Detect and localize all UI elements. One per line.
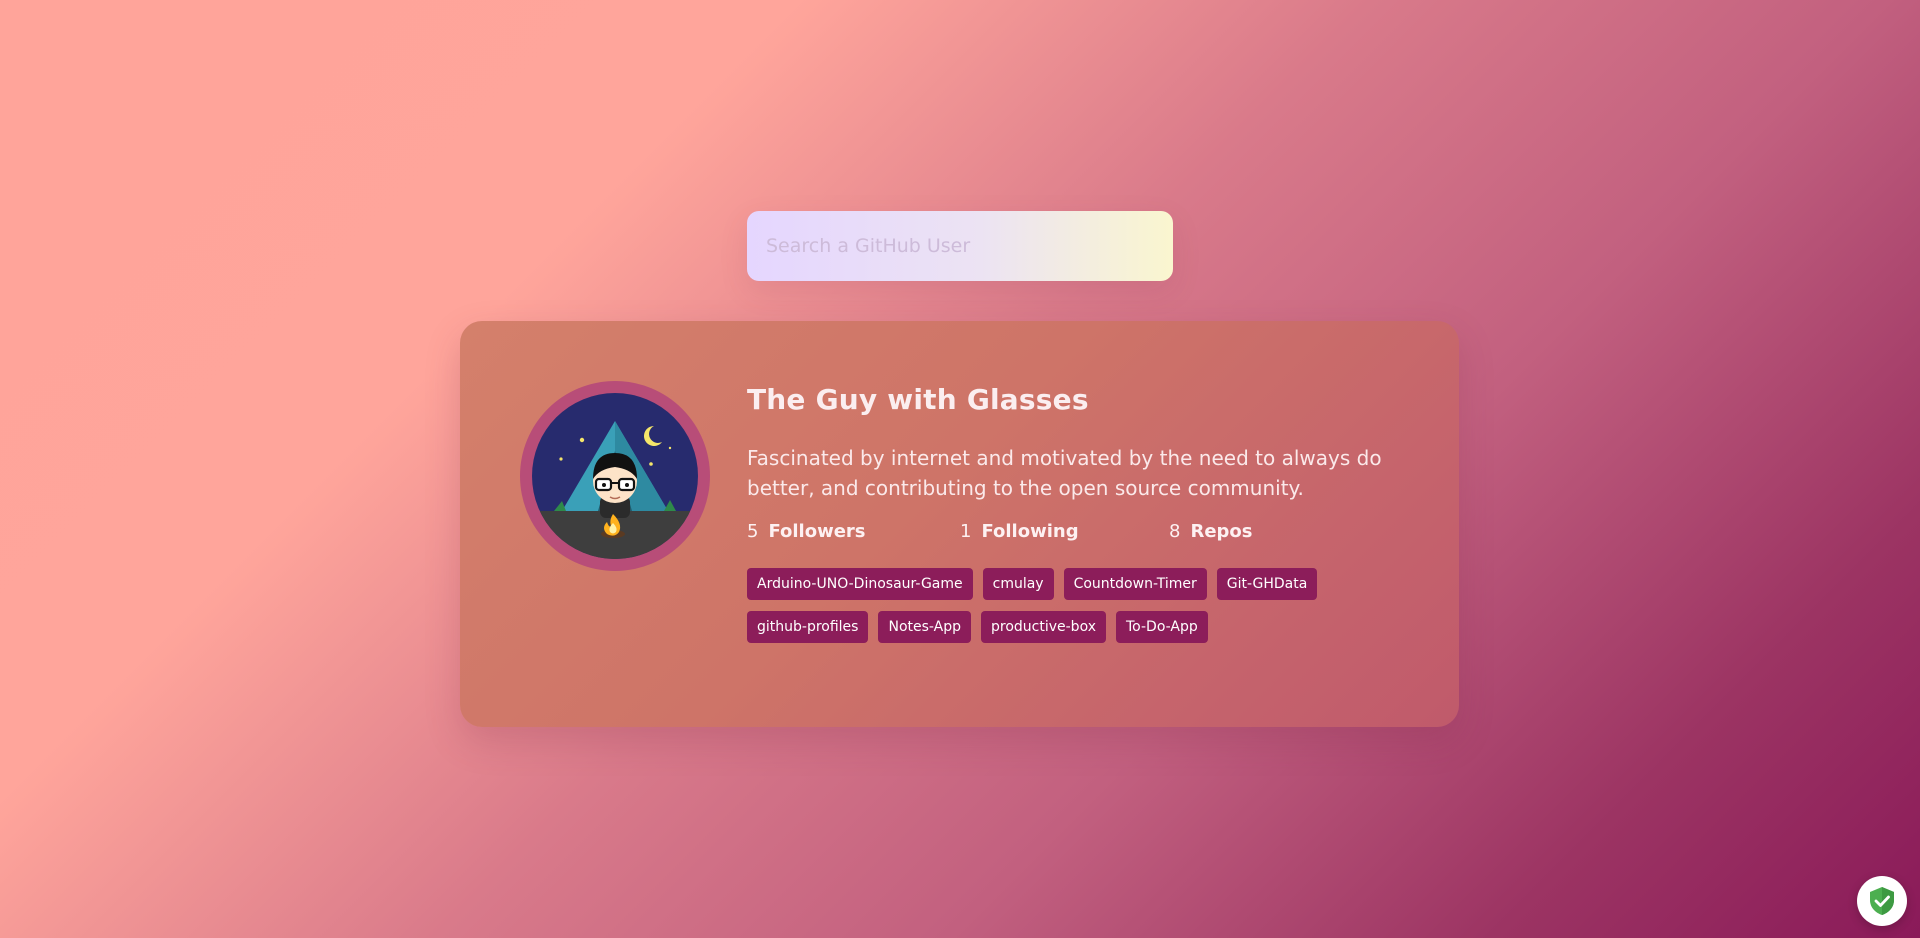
repo-tag[interactable]: github-profiles (747, 611, 869, 643)
camping-guy-avatar-icon (532, 393, 698, 559)
profile-info: The Guy with Glasses Fascinated by inter… (747, 381, 1427, 643)
repos-stat: 8 Repos (1169, 519, 1253, 545)
repo-list: Arduino-UNO-Dinosaur-Game cmulay Countdo… (747, 568, 1387, 643)
search-box (747, 211, 1173, 281)
followers-stat: 5 Followers (747, 519, 960, 545)
followers-label: Followers (768, 521, 866, 542)
profile-stats: 5 Followers 1 Following 8 Repos (747, 519, 1427, 545)
following-stat: 1 Following (960, 519, 1169, 545)
repo-tag[interactable]: To-Do-App (1116, 611, 1208, 643)
profile-card: The Guy with Glasses Fascinated by inter… (460, 321, 1459, 727)
security-badge-button[interactable] (1857, 876, 1907, 926)
repo-tag[interactable]: Notes-App (878, 611, 971, 643)
repo-tag[interactable]: productive-box (981, 611, 1106, 643)
following-count: 1 (960, 521, 972, 542)
search-input[interactable] (747, 211, 1173, 281)
repos-count: 8 (1169, 521, 1181, 542)
following-label: Following (981, 521, 1079, 542)
repo-tag[interactable]: Arduino-UNO-Dinosaur-Game (747, 568, 973, 600)
repo-tag[interactable]: cmulay (982, 568, 1054, 600)
followers-count: 5 (747, 521, 759, 542)
shield-check-icon (1870, 887, 1894, 915)
repos-label: Repos (1190, 521, 1253, 542)
avatar (520, 381, 710, 571)
repo-tag[interactable]: Countdown-Timer (1063, 568, 1207, 600)
profile-name: The Guy with Glasses (747, 383, 1089, 416)
repo-tag[interactable]: Git-GHData (1216, 568, 1318, 600)
profile-bio: Fascinated by internet and motivated by … (747, 446, 1382, 500)
